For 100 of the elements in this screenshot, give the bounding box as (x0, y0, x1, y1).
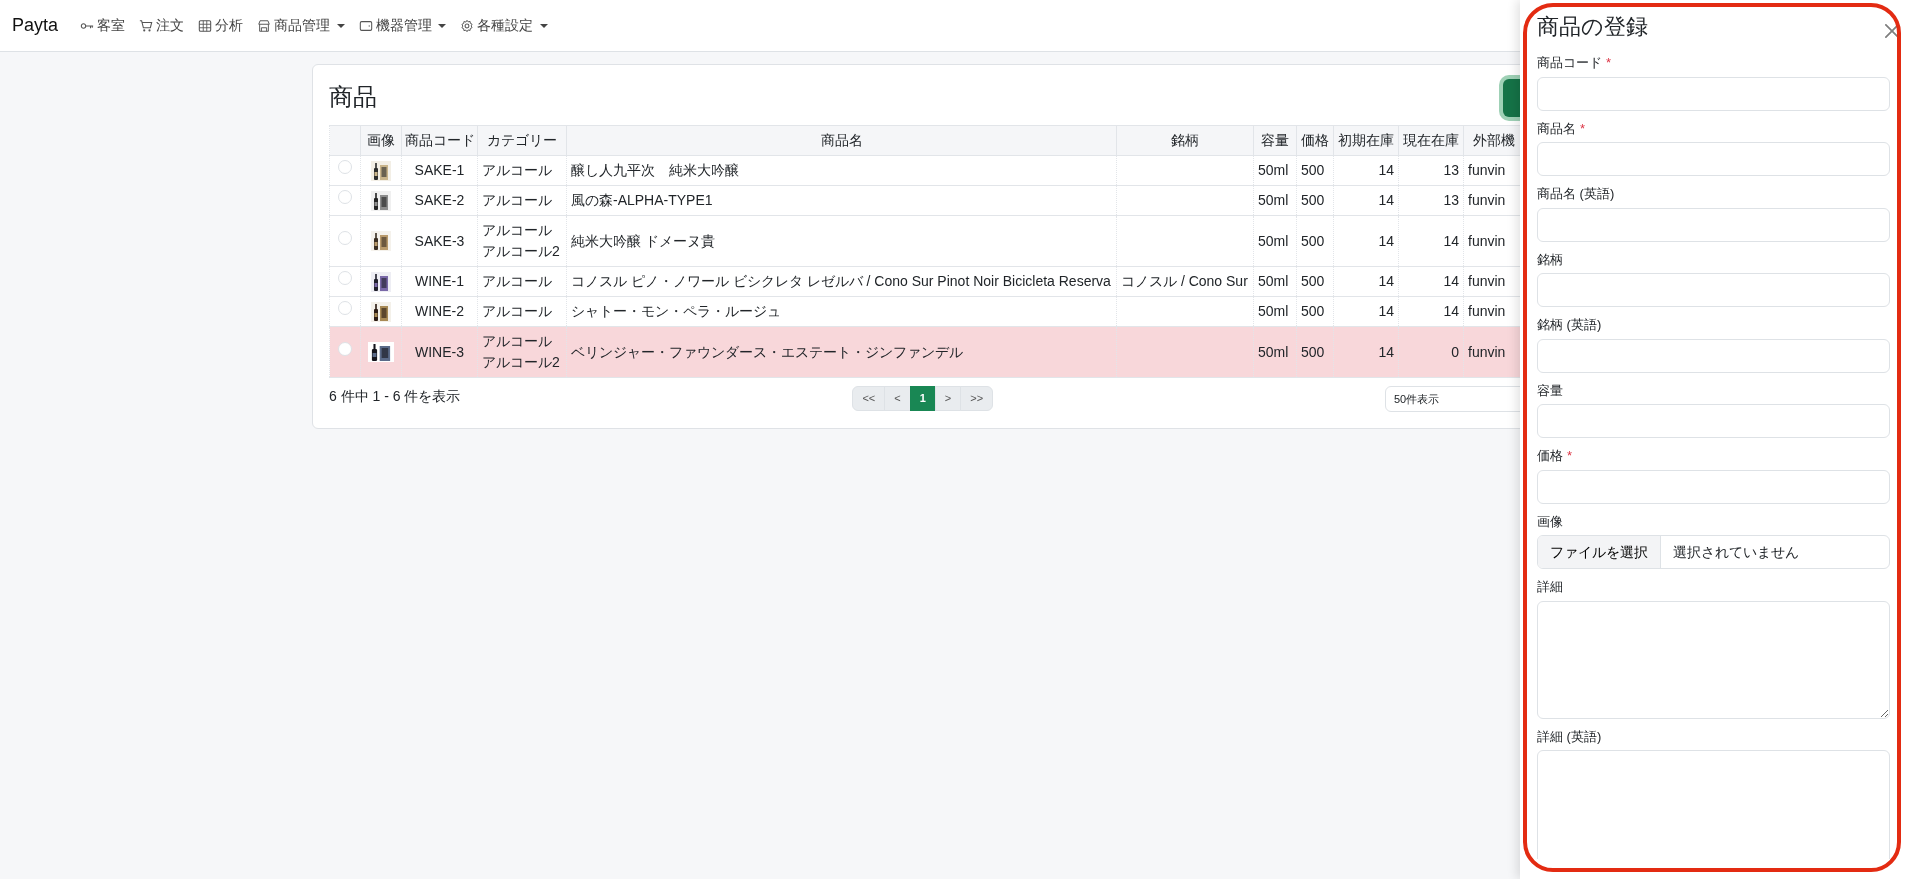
field-label: 詳細 (1537, 578, 1563, 596)
table-cell: funvin (1468, 192, 1506, 208)
row-radio[interactable] (338, 341, 352, 356)
table-cell: 500 (1301, 343, 1325, 360)
field-label: 価格 (1537, 447, 1563, 465)
text-area[interactable] (1537, 600, 1890, 719)
table-cell: 14 (1378, 192, 1394, 208)
table-cell: ベリンジャー・ファウンダース・エステート・ジンファンデル (571, 343, 963, 360)
nav-link[interactable]: 注文 (139, 15, 185, 36)
page-size-select[interactable]: 50件表示 (1385, 386, 1520, 412)
table-cell-text: アルコール (482, 302, 552, 321)
table-cell: SAKE-1 (414, 162, 465, 178)
table-cell: 0 (1451, 343, 1459, 360)
table-cell: SAKE-2 (414, 192, 465, 208)
table-cell: 50ml (1258, 303, 1289, 319)
table-cell: 純米大吟醸 ドメーヌ貴 (571, 232, 715, 249)
table-cell: funvin (1468, 273, 1506, 289)
nav-dropdown[interactable]: 商品管理 (257, 15, 345, 36)
table-cell: funvin (1468, 303, 1506, 319)
required-marker: * (1580, 119, 1586, 138)
required-marker: * (1606, 54, 1612, 72)
table-cell: 50ml (1258, 273, 1289, 289)
table-cell-text: アルコール (482, 191, 552, 210)
row-radio[interactable] (338, 160, 352, 174)
field-label: 詳細 (英語) (1537, 727, 1602, 746)
table-cell: シャトー・モン・ペラ・ルージュ (571, 303, 781, 319)
field-label: 商品名 (1537, 119, 1576, 138)
table-cell: 13 (1443, 192, 1459, 208)
column-header: 商品名 (566, 125, 1117, 156)
page-button[interactable]: << (852, 386, 886, 411)
column-header: カテゴリー (477, 125, 567, 156)
row-radio[interactable] (338, 301, 352, 315)
cart-icon (139, 18, 154, 33)
table-cell: 500 (1301, 232, 1325, 249)
file-choose-button[interactable]: ファイルを選択 (1538, 536, 1661, 568)
input-field[interactable] (1537, 207, 1890, 242)
table-cell: 50ml (1258, 343, 1289, 360)
panel-title: 商品の登録 (1537, 14, 1648, 41)
nav-link[interactable]: 客室 (80, 15, 126, 36)
table-cell: 50ml (1258, 192, 1289, 208)
table-cell: 14 (1443, 273, 1459, 289)
table-cell: WINE-3 (415, 343, 464, 360)
table-cell: WINE-2 (415, 303, 464, 319)
input-field[interactable] (1537, 76, 1890, 111)
table-cell: WINE-1 (415, 273, 464, 289)
field-label: 容量 (1537, 381, 1563, 400)
table-cell: 500 (1301, 192, 1325, 208)
input-field[interactable] (1537, 142, 1890, 176)
input-field[interactable] (1537, 273, 1890, 307)
page-button[interactable]: < (884, 386, 911, 411)
page-button[interactable]: 1 (909, 386, 936, 411)
field-label: 商品コード (1537, 54, 1602, 72)
table-cell: 風の森-ALPHA-TYPE1 (571, 192, 713, 208)
wallet-icon (358, 18, 373, 33)
table-cell: 500 (1301, 162, 1325, 178)
table-cell-text: アルコール (482, 272, 552, 291)
required-marker: * (1567, 447, 1573, 465)
row-radio[interactable] (338, 271, 352, 285)
row-radio[interactable] (338, 190, 352, 204)
table-icon (198, 18, 213, 33)
column-header: 容量 (1253, 125, 1297, 156)
input-field[interactable] (1537, 469, 1890, 504)
table-cell: 14 (1443, 232, 1459, 249)
table-cell: 50ml (1258, 162, 1289, 178)
field-label: 銘柄 (英語) (1537, 316, 1602, 334)
table-cell: 14 (1378, 343, 1394, 360)
table-cell: funvin (1468, 232, 1506, 249)
table-cell: 14 (1443, 303, 1459, 319)
table-cell: funvin (1468, 162, 1506, 178)
table-cell: 50ml (1258, 232, 1289, 249)
page-title: 商品 (329, 82, 377, 112)
table-cell-text: アルコール アルコール2 (482, 221, 560, 261)
nav-dropdown[interactable]: 各種設定 (460, 15, 548, 36)
column-header: 現在在庫 (1398, 125, 1464, 156)
table-cell: 14 (1378, 162, 1394, 178)
table-cell: 13 (1443, 162, 1459, 178)
table-cell: 14 (1378, 303, 1394, 319)
nav-link[interactable]: 分析 (198, 15, 244, 36)
field-label: 銘柄 (1537, 250, 1563, 269)
nav-dropdown[interactable]: 機器管理 (358, 15, 447, 36)
table-cell: 14 (1378, 232, 1394, 249)
input-field[interactable] (1537, 404, 1890, 438)
input-field[interactable] (1537, 338, 1890, 373)
gear-icon (460, 18, 475, 33)
table-cell: funvin (1468, 343, 1506, 360)
table-cell-text: アルコール (482, 161, 552, 180)
file-status: 選択されていません (1672, 542, 1800, 562)
field-label: 商品名 (英語) (1537, 185, 1615, 203)
shop-icon (257, 18, 272, 33)
table-cell-text: アルコール アルコール2 (482, 332, 560, 372)
table-cell: 醸し人九平次 純米大吟醸 (571, 162, 739, 178)
table-cell: 500 (1301, 303, 1325, 319)
text-area[interactable] (1537, 750, 1890, 859)
column-header: 銘柄 (1116, 125, 1254, 156)
brand-logo[interactable]: Payta (12, 12, 59, 39)
file-field[interactable]: ファイルを選択 選択されていません (1537, 535, 1890, 569)
column-header: 商品コード (401, 125, 478, 156)
row-radio[interactable] (338, 230, 352, 245)
column-header: 画像 (360, 125, 402, 156)
page-button[interactable]: >> (960, 386, 994, 411)
